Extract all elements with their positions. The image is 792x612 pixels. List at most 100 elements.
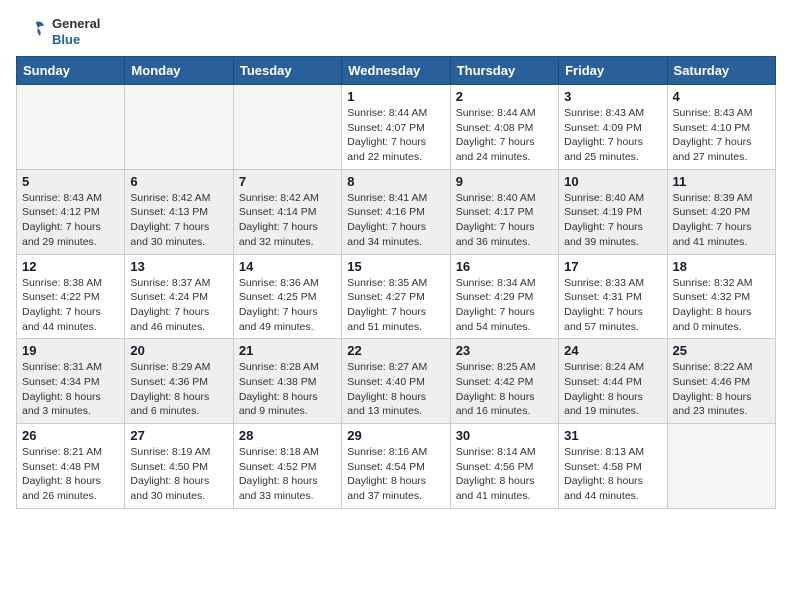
day-info: Sunrise: 8:37 AMSunset: 4:24 PMDaylight:… <box>130 276 227 335</box>
day-info: Sunrise: 8:21 AMSunset: 4:48 PMDaylight:… <box>22 445 119 504</box>
calendar-cell <box>17 85 125 170</box>
calendar-cell: 6 Sunrise: 8:42 AMSunset: 4:13 PMDaylight… <box>125 169 233 254</box>
calendar-cell: 5Sunrise: 8:43 AMSunset: 4:12 PMDaylight… <box>17 169 125 254</box>
calendar-cell: 13 Sunrise: 8:37 AMSunset: 4:24 PMDayligh… <box>125 254 233 339</box>
day-info: Sunrise: 8:44 AMSunset: 4:08 PMDaylight:… <box>456 106 553 165</box>
day-info: Sunrise: 8:40 AMSunset: 4:19 PMDaylight:… <box>564 191 661 250</box>
calendar-cell: 15Sunrise: 8:35 AMSunset: 4:27 PMDayligh… <box>342 254 450 339</box>
calendar-cell: 29 Sunrise: 8:16 AMSunset: 4:54 PMDayligh… <box>342 424 450 509</box>
calendar-week-row: 19 Sunrise: 8:31 AMSunset: 4:34 PMDayligh… <box>17 339 776 424</box>
day-info: Sunrise: 8:44 AMSunset: 4:07 PMDaylight:… <box>347 106 444 165</box>
day-info: Sunrise: 8:42 AMSunset: 4:14 PMDaylight:… <box>239 191 336 250</box>
calendar-cell: 28 Sunrise: 8:18 AMSunset: 4:52 PMDayligh… <box>233 424 341 509</box>
calendar-cell <box>125 85 233 170</box>
weekday-header-sunday: Sunday <box>17 57 125 85</box>
day-info: Sunrise: 8:32 AMSunset: 4:32 PMDaylight:… <box>673 276 770 335</box>
day-number: 16 <box>456 259 553 274</box>
calendar-header-row: SundayMondayTuesdayWednesdayThursdayFrid… <box>17 57 776 85</box>
day-number: 29 <box>347 428 444 443</box>
day-number: 17 <box>564 259 661 274</box>
day-info: Sunrise: 8:29 AMSunset: 4:36 PMDaylight:… <box>130 360 227 419</box>
day-info: Sunrise: 8:22 AMSunset: 4:46 PMDaylight:… <box>673 360 770 419</box>
logo-bird-icon <box>16 16 48 48</box>
day-info: Sunrise: 8:16 AMSunset: 4:54 PMDaylight:… <box>347 445 444 504</box>
calendar-cell: 9 Sunrise: 8:40 AMSunset: 4:17 PMDaylight… <box>450 169 558 254</box>
day-number: 14 <box>239 259 336 274</box>
calendar-table: SundayMondayTuesdayWednesdayThursdayFrid… <box>16 56 776 509</box>
weekday-header-saturday: Saturday <box>667 57 775 85</box>
day-number: 11 <box>673 174 770 189</box>
day-number: 2 <box>456 89 553 104</box>
day-info: Sunrise: 8:41 AMSunset: 4:16 PMDaylight:… <box>347 191 444 250</box>
weekday-header-wednesday: Wednesday <box>342 57 450 85</box>
calendar-cell: 23Sunrise: 8:25 AMSunset: 4:42 PMDayligh… <box>450 339 558 424</box>
logo-general-text: General <box>52 16 100 32</box>
day-info: Sunrise: 8:39 AMSunset: 4:20 PMDaylight:… <box>673 191 770 250</box>
day-number: 19 <box>22 343 119 358</box>
day-number: 21 <box>239 343 336 358</box>
calendar-cell: 4 Sunrise: 8:43 AMSunset: 4:10 PMDaylight… <box>667 85 775 170</box>
day-info: Sunrise: 8:31 AMSunset: 4:34 PMDaylight:… <box>22 360 119 419</box>
logo: General Blue <box>16 16 100 48</box>
calendar-cell: 11 Sunrise: 8:39 AMSunset: 4:20 PMDayligh… <box>667 169 775 254</box>
calendar-cell: 30 Sunrise: 8:14 AMSunset: 4:56 PMDayligh… <box>450 424 558 509</box>
calendar-cell: 7Sunrise: 8:42 AMSunset: 4:14 PMDaylight… <box>233 169 341 254</box>
calendar-week-row: 1 Sunrise: 8:44 AMSunset: 4:07 PMDaylight… <box>17 85 776 170</box>
day-info: Sunrise: 8:18 AMSunset: 4:52 PMDaylight:… <box>239 445 336 504</box>
calendar-cell: 16 Sunrise: 8:34 AMSunset: 4:29 PMDayligh… <box>450 254 558 339</box>
calendar-cell: 22Sunrise: 8:27 AMSunset: 4:40 PMDayligh… <box>342 339 450 424</box>
day-info: Sunrise: 8:36 AMSunset: 4:25 PMDaylight:… <box>239 276 336 335</box>
calendar-cell: 21 Sunrise: 8:28 AMSunset: 4:38 PMDayligh… <box>233 339 341 424</box>
calendar-week-row: 12 Sunrise: 8:38 AMSunset: 4:22 PMDayligh… <box>17 254 776 339</box>
calendar-cell: 20Sunrise: 8:29 AMSunset: 4:36 PMDayligh… <box>125 339 233 424</box>
day-number: 27 <box>130 428 227 443</box>
calendar-cell: 17Sunrise: 8:33 AMSunset: 4:31 PMDayligh… <box>559 254 667 339</box>
day-number: 13 <box>130 259 227 274</box>
day-number: 31 <box>564 428 661 443</box>
weekday-header-monday: Monday <box>125 57 233 85</box>
day-info: Sunrise: 8:40 AMSunset: 4:17 PMDaylight:… <box>456 191 553 250</box>
weekday-header-tuesday: Tuesday <box>233 57 341 85</box>
day-info: Sunrise: 8:38 AMSunset: 4:22 PMDaylight:… <box>22 276 119 335</box>
calendar-cell: 19 Sunrise: 8:31 AMSunset: 4:34 PMDayligh… <box>17 339 125 424</box>
calendar-cell: 31Sunrise: 8:13 AMSunset: 4:58 PMDayligh… <box>559 424 667 509</box>
day-info: Sunrise: 8:14 AMSunset: 4:56 PMDaylight:… <box>456 445 553 504</box>
day-number: 28 <box>239 428 336 443</box>
day-number: 8 <box>347 174 444 189</box>
weekday-header-thursday: Thursday <box>450 57 558 85</box>
day-number: 5 <box>22 174 119 189</box>
day-info: Sunrise: 8:43 AMSunset: 4:09 PMDaylight:… <box>564 106 661 165</box>
calendar-cell: 1 Sunrise: 8:44 AMSunset: 4:07 PMDaylight… <box>342 85 450 170</box>
calendar-cell: 2 Sunrise: 8:44 AMSunset: 4:08 PMDaylight… <box>450 85 558 170</box>
day-info: Sunrise: 8:34 AMSunset: 4:29 PMDaylight:… <box>456 276 553 335</box>
calendar-cell: 3Sunrise: 8:43 AMSunset: 4:09 PMDaylight… <box>559 85 667 170</box>
day-number: 18 <box>673 259 770 274</box>
day-info: Sunrise: 8:19 AMSunset: 4:50 PMDaylight:… <box>130 445 227 504</box>
day-info: Sunrise: 8:27 AMSunset: 4:40 PMDaylight:… <box>347 360 444 419</box>
day-number: 26 <box>22 428 119 443</box>
calendar-cell: 25Sunrise: 8:22 AMSunset: 4:46 PMDayligh… <box>667 339 775 424</box>
calendar-cell: 10Sunrise: 8:40 AMSunset: 4:19 PMDayligh… <box>559 169 667 254</box>
day-number: 15 <box>347 259 444 274</box>
calendar-cell: 26 Sunrise: 8:21 AMSunset: 4:48 PMDayligh… <box>17 424 125 509</box>
calendar-cell: 24Sunrise: 8:24 AMSunset: 4:44 PMDayligh… <box>559 339 667 424</box>
calendar-cell <box>667 424 775 509</box>
day-info: Sunrise: 8:43 AMSunset: 4:10 PMDaylight:… <box>673 106 770 165</box>
day-info: Sunrise: 8:25 AMSunset: 4:42 PMDaylight:… <box>456 360 553 419</box>
day-info: Sunrise: 8:42 AMSunset: 4:13 PMDaylight:… <box>130 191 227 250</box>
day-info: Sunrise: 8:28 AMSunset: 4:38 PMDaylight:… <box>239 360 336 419</box>
calendar-week-row: 26 Sunrise: 8:21 AMSunset: 4:48 PMDayligh… <box>17 424 776 509</box>
day-number: 12 <box>22 259 119 274</box>
day-number: 4 <box>673 89 770 104</box>
calendar-week-row: 5Sunrise: 8:43 AMSunset: 4:12 PMDaylight… <box>17 169 776 254</box>
day-number: 9 <box>456 174 553 189</box>
calendar-cell <box>233 85 341 170</box>
weekday-header-friday: Friday <box>559 57 667 85</box>
page-header: General Blue <box>16 16 776 48</box>
day-number: 6 <box>130 174 227 189</box>
calendar-cell: 12 Sunrise: 8:38 AMSunset: 4:22 PMDayligh… <box>17 254 125 339</box>
day-number: 30 <box>456 428 553 443</box>
calendar-cell: 14 Sunrise: 8:36 AMSunset: 4:25 PMDayligh… <box>233 254 341 339</box>
day-number: 1 <box>347 89 444 104</box>
day-number: 24 <box>564 343 661 358</box>
